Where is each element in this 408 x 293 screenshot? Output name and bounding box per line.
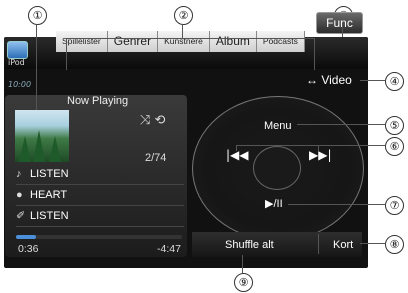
song-row: ♪ LISTEN xyxy=(16,164,184,185)
remaining-time: -4:47 xyxy=(157,243,181,255)
leader-line xyxy=(318,145,319,151)
now-playing-title: Now Playing xyxy=(67,95,129,107)
leader-line xyxy=(360,80,385,81)
leader-line xyxy=(36,24,37,110)
kort-button[interactable]: Kort xyxy=(333,239,353,251)
artist-row: ● HEART xyxy=(16,185,184,206)
leader-line xyxy=(288,204,385,205)
tree-shape xyxy=(33,130,45,162)
callout-9: ⑨ xyxy=(234,273,253,292)
artist-name: HEART xyxy=(30,189,68,201)
tab-playlists[interactable]: Spillelister xyxy=(56,31,108,52)
callout-5: ⑤ xyxy=(385,116,404,135)
leader-line xyxy=(297,124,385,125)
leader-line xyxy=(66,38,67,70)
previous-track-icon[interactable]: |◀◀ xyxy=(226,148,249,162)
person-icon: ● xyxy=(16,189,23,201)
divider xyxy=(318,234,319,254)
tree-shape xyxy=(49,136,61,162)
shuffle-all-button[interactable]: Shuffle alt xyxy=(225,239,274,251)
leader-line xyxy=(342,24,343,37)
progress-fill xyxy=(16,235,36,239)
app-time: 10:00 xyxy=(8,80,32,89)
leader-line xyxy=(314,38,315,70)
leader-line xyxy=(236,145,385,146)
callout-8: ⑧ xyxy=(385,235,404,254)
func-button[interactable]: Func xyxy=(316,12,363,34)
wheel-center-button[interactable] xyxy=(253,146,301,190)
tab-albums[interactable]: Album xyxy=(209,31,257,52)
leader-line xyxy=(182,24,183,38)
callout-7: ⑦ xyxy=(385,196,404,215)
leader-line xyxy=(242,255,243,273)
video-button[interactable]: ↔ Video xyxy=(306,73,352,87)
shuffle-repeat-icon: ⤨ ⟲ xyxy=(140,113,166,128)
app-name: iPod xyxy=(8,58,25,67)
tree-shape xyxy=(19,136,31,162)
tab-artists[interactable]: Kunstnere xyxy=(158,31,210,52)
track-counter: 2/74 xyxy=(145,152,167,164)
music-note-icon: ♪ xyxy=(16,168,22,180)
callout-2: ② xyxy=(174,6,193,25)
leader-line xyxy=(360,243,385,244)
ipod-app-icon xyxy=(7,41,28,59)
menu-button[interactable]: Menu xyxy=(264,120,292,132)
album-icon: ✐ xyxy=(16,210,26,222)
progress-bar[interactable] xyxy=(16,235,182,239)
callout-1: ① xyxy=(28,6,47,25)
callout-4: ④ xyxy=(385,72,404,91)
tab-podcasts[interactable]: Podcasts xyxy=(256,31,305,52)
next-track-icon[interactable]: ▶▶| xyxy=(309,148,332,162)
leader-line xyxy=(236,145,237,151)
song-title: LISTEN xyxy=(30,168,69,180)
leader-line xyxy=(66,38,314,39)
tab-genres[interactable]: Genrer xyxy=(107,31,159,52)
play-pause-icon[interactable]: ▶/II xyxy=(265,197,283,210)
elapsed-time: 0:36 xyxy=(18,243,39,255)
album-row: ✐ LISTEN xyxy=(16,206,184,227)
category-tabs: Spillelister Genrer Kunstnere Album Podc… xyxy=(56,31,305,52)
album-name: LISTEN xyxy=(30,210,69,222)
album-artwork xyxy=(15,110,69,162)
click-wheel[interactable]: Menu |◀◀ ▶▶| ▶/II xyxy=(192,96,364,241)
callout-6: ⑥ xyxy=(385,137,404,156)
